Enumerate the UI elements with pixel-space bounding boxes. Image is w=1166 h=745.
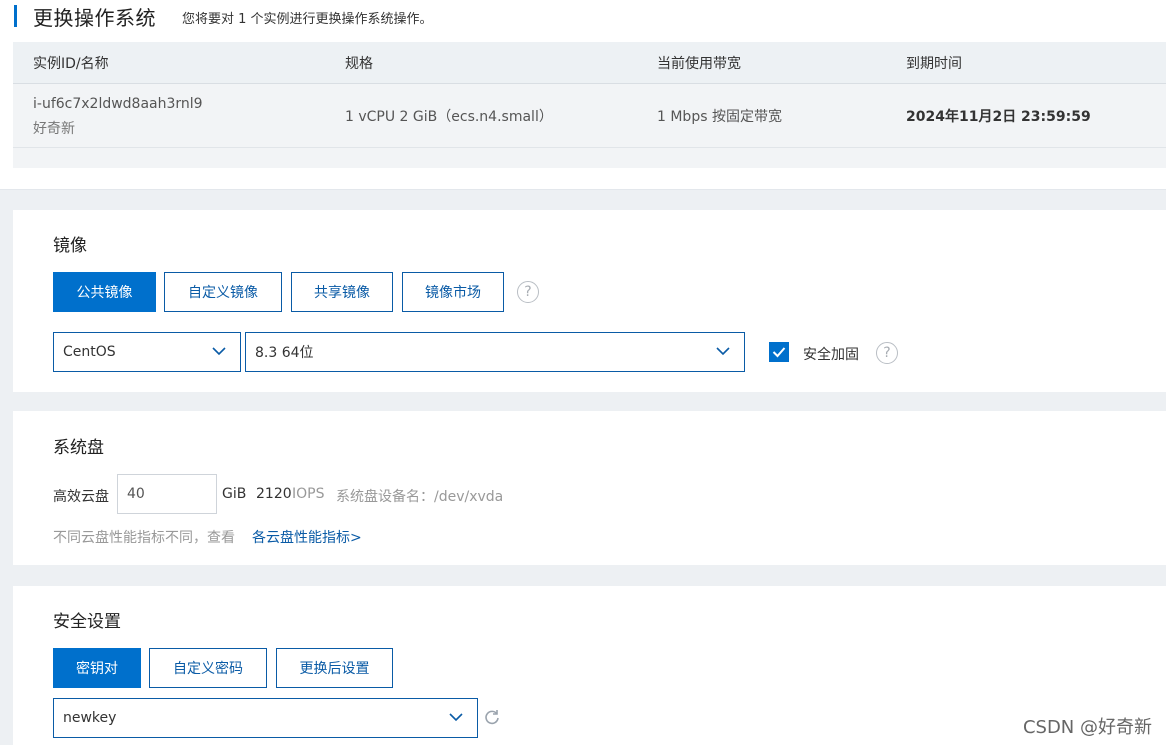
disk-type-label: 高效云盘	[53, 489, 109, 505]
tab-image-market[interactable]: 镜像市场	[402, 272, 504, 312]
disk-device-name: 系统盘设备名：/dev/xvda	[336, 489, 504, 505]
column-header-bandwidth: 当前使用带宽	[657, 56, 741, 72]
title-row: 更换操作系统 您将要对 1 个实例进行更换操作系统操作。	[14, 0, 433, 32]
disk-iops-value: 2120	[256, 486, 292, 502]
keypair-select-value: newkey	[63, 710, 117, 726]
instance-expire-time: 2024年11月2日 23:59:59	[906, 109, 1091, 125]
chevron-down-icon	[212, 347, 226, 356]
version-select[interactable]: 8.3 64位	[245, 332, 745, 372]
disk-size-input[interactable]: 40	[117, 474, 217, 514]
help-circle-icon[interactable]: ?	[876, 342, 898, 364]
disk-hint-text: 不同云盘性能指标不同，查看	[53, 530, 235, 546]
page-title: 更换操作系统	[33, 5, 156, 30]
table-header: 实例ID/名称 规格 当前使用带宽 到期时间	[13, 42, 1166, 84]
os-select[interactable]: CentOS	[53, 332, 241, 372]
tab-keypair[interactable]: 密钥对	[53, 648, 141, 688]
refresh-icon[interactable]	[483, 708, 501, 726]
instance-bandwidth: 1 Mbps 按固定带宽	[657, 109, 782, 125]
disk-size-unit: GiB	[222, 486, 247, 502]
tab-shared-image[interactable]: 共享镜像	[291, 272, 393, 312]
keypair-select[interactable]: newkey	[53, 698, 478, 738]
disk-size-value: 40	[127, 486, 145, 502]
tab-set-after-replace[interactable]: 更换后设置	[276, 648, 393, 688]
table-row: i-uf6c7x2ldwd8aah3rnl9 好奇新 1 vCPU 2 GiB（…	[13, 84, 1166, 148]
tab-custom-image[interactable]: 自定义镜像	[164, 272, 282, 312]
help-circle-icon[interactable]: ?	[517, 281, 539, 303]
column-header-spec: 规格	[345, 56, 373, 72]
security-hardening-label: 安全加固	[803, 347, 859, 363]
instance-id: i-uf6c7x2ldwd8aah3rnl9	[33, 96, 203, 112]
instance-name: 好奇新	[33, 121, 75, 137]
tab-custom-password[interactable]: 自定义密码	[149, 648, 267, 688]
tab-public-image[interactable]: 公共镜像	[53, 272, 156, 312]
instance-spec: 1 vCPU 2 GiB（ecs.n4.small）	[345, 109, 553, 125]
version-select-value: 8.3 64位	[255, 345, 314, 361]
chevron-down-icon	[716, 347, 730, 356]
security-settings-card: 安全设置 密钥对 自定义密码 更换后设置 newkey	[13, 586, 1166, 745]
disk-section-title: 系统盘	[53, 438, 104, 458]
column-header-id: 实例ID/名称	[33, 56, 109, 72]
watermark: CSDN @好奇新	[1022, 717, 1152, 738]
disk-performance-link[interactable]: 各云盘性能指标>	[252, 527, 362, 547]
system-disk-card: 系统盘 高效云盘 40 GiB 2120 IOPS 系统盘设备名：/dev/xv…	[13, 411, 1166, 565]
image-card: 镜像 公共镜像 自定义镜像 共享镜像 镜像市场 ? CentOS 8.3 64位…	[13, 210, 1166, 392]
security-section-title: 安全设置	[53, 612, 121, 632]
security-hardening-checkbox[interactable]	[769, 342, 789, 362]
header-section: 更换操作系统 您将要对 1 个实例进行更换操作系统操作。 实例ID/名称 规格 …	[0, 0, 1166, 190]
check-icon	[772, 347, 786, 358]
page-subtitle: 您将要对 1 个实例进行更换操作系统操作。	[182, 12, 433, 27]
column-header-expire: 到期时间	[906, 56, 962, 72]
title-accent-bar	[14, 5, 17, 27]
instance-table: 实例ID/名称 规格 当前使用带宽 到期时间 i-uf6c7x2ldwd8aah…	[13, 42, 1166, 168]
os-select-value: CentOS	[63, 344, 116, 360]
chevron-down-icon	[449, 713, 463, 722]
disk-iops-unit: IOPS	[292, 486, 325, 502]
image-section-title: 镜像	[53, 236, 87, 256]
